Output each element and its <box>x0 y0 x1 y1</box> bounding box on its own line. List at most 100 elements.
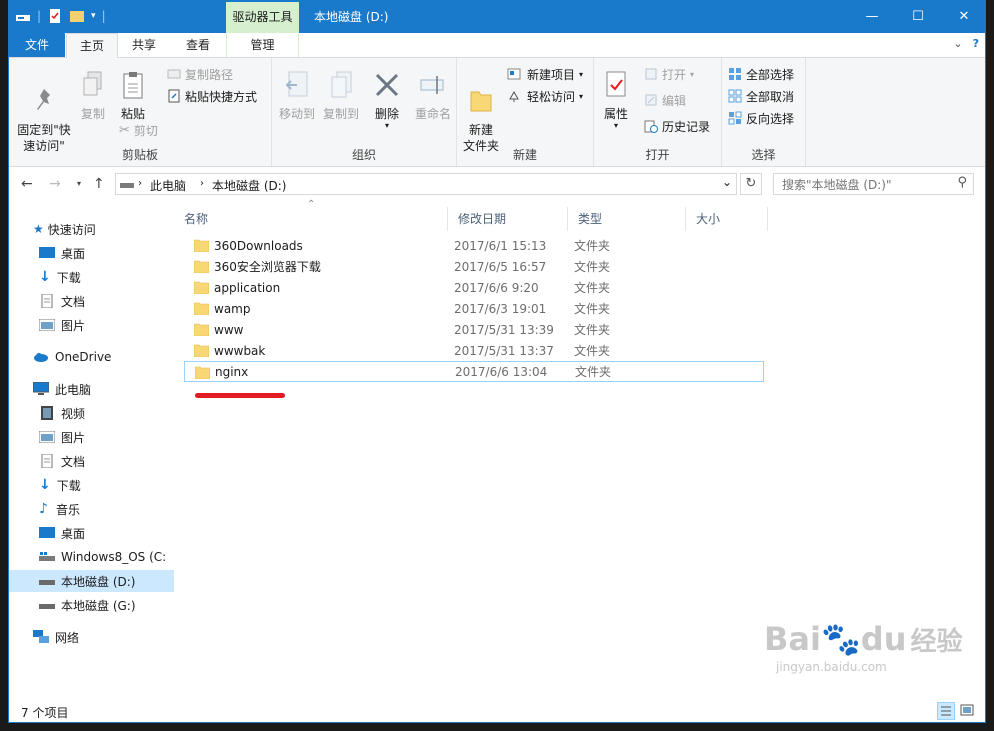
group-label-organize: 组织 <box>351 148 376 162</box>
sidebar-item-music[interactable]: ♪ 音乐 <box>9 498 194 520</box>
edit-button[interactable]: 编辑 <box>644 90 686 110</box>
file-row[interactable]: 360Downloads 2017/6/1 15:13 文件夹 <box>184 235 764 256</box>
sidebar-item-pc-documents[interactable]: 文档 <box>9 450 194 472</box>
easy-access-button[interactable]: 轻松访问 ▾ <box>507 86 583 106</box>
open-button[interactable]: 打开 ▾ <box>644 64 694 84</box>
column-header-date[interactable]: 修改日期 <box>448 207 568 231</box>
select-all-button[interactable]: 全部选择 <box>728 64 794 84</box>
tab-home[interactable]: 主页 <box>66 33 118 58</box>
separator: | <box>101 9 106 23</box>
sidebar-item-downloads[interactable]: ↓ 下载 📌 <box>9 266 194 288</box>
cut-button[interactable]: ✂ 剪切 <box>119 120 158 140</box>
tab-share[interactable]: 共享 <box>118 33 170 57</box>
column-header-name[interactable]: 名称 <box>174 207 448 231</box>
file-row[interactable]: www 2017/5/31 13:39 文件夹 <box>184 319 764 340</box>
select-none-button[interactable]: 全部取消 <box>728 86 794 106</box>
breadcrumb-separator[interactable]: › <box>200 178 204 189</box>
tab-view[interactable]: 查看 <box>172 33 224 57</box>
file-name: wamp <box>214 301 251 316</box>
search-input[interactable] <box>780 175 954 195</box>
copy-button[interactable]: 复制 <box>75 70 111 122</box>
copy-to-icon <box>331 71 352 98</box>
drive-icon[interactable] <box>15 8 31 24</box>
file-row-focused[interactable]: nginx 2017/6/6 13:04 文件夹 <box>184 361 764 382</box>
details-view-button[interactable] <box>937 702 955 720</box>
chevron-down-icon: ▾ <box>690 69 695 79</box>
file-row[interactable]: wamp 2017/6/3 19:01 文件夹 <box>184 298 764 319</box>
file-date: 2017/5/31 13:37 <box>454 343 554 358</box>
video-icon <box>41 406 53 420</box>
title-bar: | ▾ | 驱动器工具 本地磁盘 (D:) — ☐ ✕ <box>9 1 985 33</box>
sidebar-item-network[interactable]: 网络 <box>9 626 188 648</box>
file-date: 2017/6/5 16:57 <box>454 259 547 274</box>
sidebar-item-label: 音乐 <box>55 502 80 517</box>
new-item-icon <box>507 68 521 80</box>
recent-locations-icon[interactable]: ▾ <box>77 179 81 188</box>
copy-to-button[interactable]: 复制到 <box>320 70 362 122</box>
sidebar-item-drive-c[interactable]: Windows8_OS (C: <box>9 546 194 568</box>
easy-access-label: 轻松访问 <box>527 89 576 104</box>
search-box[interactable]: ⚲ <box>773 173 974 195</box>
properties-icon[interactable] <box>47 8 63 24</box>
tab-manage[interactable]: 管理 <box>226 33 299 57</box>
column-header-size[interactable]: 大小 <box>686 207 768 231</box>
sidebar-item-drive-d[interactable]: 本地磁盘 (D:) <box>9 570 194 592</box>
large-icons-view-button[interactable] <box>959 702 977 720</box>
sidebar-item-documents[interactable]: 文档 📌 <box>9 290 194 312</box>
pictures-icon <box>39 319 55 331</box>
refresh-button[interactable]: ↻ <box>740 173 762 195</box>
delete-button[interactable]: 删除 ▾ <box>372 70 402 130</box>
tab-file[interactable]: 文件 <box>9 33 65 57</box>
sidebar-item-pc-downloads[interactable]: ↓ 下载 <box>9 474 194 496</box>
sidebar-item-this-pc[interactable]: 此电脑 <box>9 378 188 400</box>
paste-shortcut-button[interactable]: 粘贴快捷方式 <box>167 86 257 106</box>
help-icon[interactable]: ? <box>973 37 979 50</box>
select-none-label: 全部取消 <box>746 89 795 104</box>
history-button[interactable]: 历史记录 <box>644 116 710 136</box>
sidebar-item-quick-access[interactable]: ★ 快速访问 <box>9 218 188 240</box>
rename-button[interactable]: 重命名 <box>412 70 454 122</box>
sidebar-item-label: 文档 <box>61 294 86 309</box>
invert-selection-button[interactable]: 反向选择 <box>728 108 794 128</box>
sidebar-item-drive-g[interactable]: 本地磁盘 (G:) <box>9 594 194 616</box>
customize-qat-icon[interactable]: ▾ <box>91 11 96 21</box>
sidebar-item-label: 本地磁盘 (G:) <box>61 598 136 613</box>
breadcrumb-this-pc[interactable]: 此电脑 <box>150 177 186 194</box>
copy-path-button[interactable]: 复制路径 <box>167 64 233 84</box>
file-row[interactable]: wwwbak 2017/5/31 13:37 文件夹 <box>184 340 764 361</box>
details-view-icon <box>941 706 951 716</box>
file-row[interactable]: 360安全浏览器下载 2017/6/5 16:57 文件夹 <box>184 256 764 277</box>
column-header-type[interactable]: 类型 <box>568 207 686 231</box>
search-icon[interactable]: ⚲ <box>957 175 967 190</box>
paste-button[interactable]: 粘贴 <box>113 70 153 122</box>
move-to-button[interactable]: 移动到 <box>276 70 318 122</box>
back-arrow-icon[interactable]: ← <box>21 176 33 192</box>
sidebar-item-videos[interactable]: 视频 <box>9 402 194 424</box>
minimize-button[interactable]: — <box>849 1 895 33</box>
maximize-button[interactable]: ☐ <box>895 1 941 33</box>
refresh-icon: ↻ <box>745 176 757 191</box>
sidebar-item-onedrive[interactable]: OneDrive <box>9 346 188 368</box>
chevron-down-icon[interactable]: ⌄ <box>953 37 962 50</box>
file-date: 2017/6/6 13:04 <box>455 364 548 379</box>
easy-access-icon <box>509 90 519 102</box>
properties-button[interactable]: 属性 ▾ <box>598 70 634 130</box>
forward-arrow-icon[interactable]: → <box>49 176 61 192</box>
paste-shortcut-icon <box>168 89 180 103</box>
new-item-button[interactable]: 新建项目 ▾ <box>507 64 583 84</box>
breadcrumb-separator[interactable]: › <box>138 178 142 189</box>
up-arrow-icon[interactable]: ↑ <box>93 176 105 192</box>
watermark-brand: Bai <box>764 620 821 658</box>
breadcrumb-drive-d[interactable]: 本地磁盘 (D:) <box>212 177 286 194</box>
new-folder-icon[interactable] <box>69 8 85 24</box>
address-history-chevron-icon[interactable]: ⌄ <box>722 175 732 189</box>
sidebar-item-pc-desktop[interactable]: 桌面 <box>9 522 194 544</box>
address-bar[interactable]: › 此电脑 › 本地磁盘 (D:) ⌄ <box>115 173 737 195</box>
sidebar-item-pictures[interactable]: 图片 📌 <box>9 314 194 336</box>
close-button[interactable]: ✕ <box>941 1 985 33</box>
sidebar-item-desktop[interactable]: 桌面 📌 <box>9 242 194 264</box>
drive-icon <box>39 604 55 609</box>
file-row[interactable]: application 2017/6/6 9:20 文件夹 <box>184 277 764 298</box>
sidebar-item-pc-pictures[interactable]: 图片 <box>9 426 194 448</box>
paste-icon <box>123 72 143 99</box>
